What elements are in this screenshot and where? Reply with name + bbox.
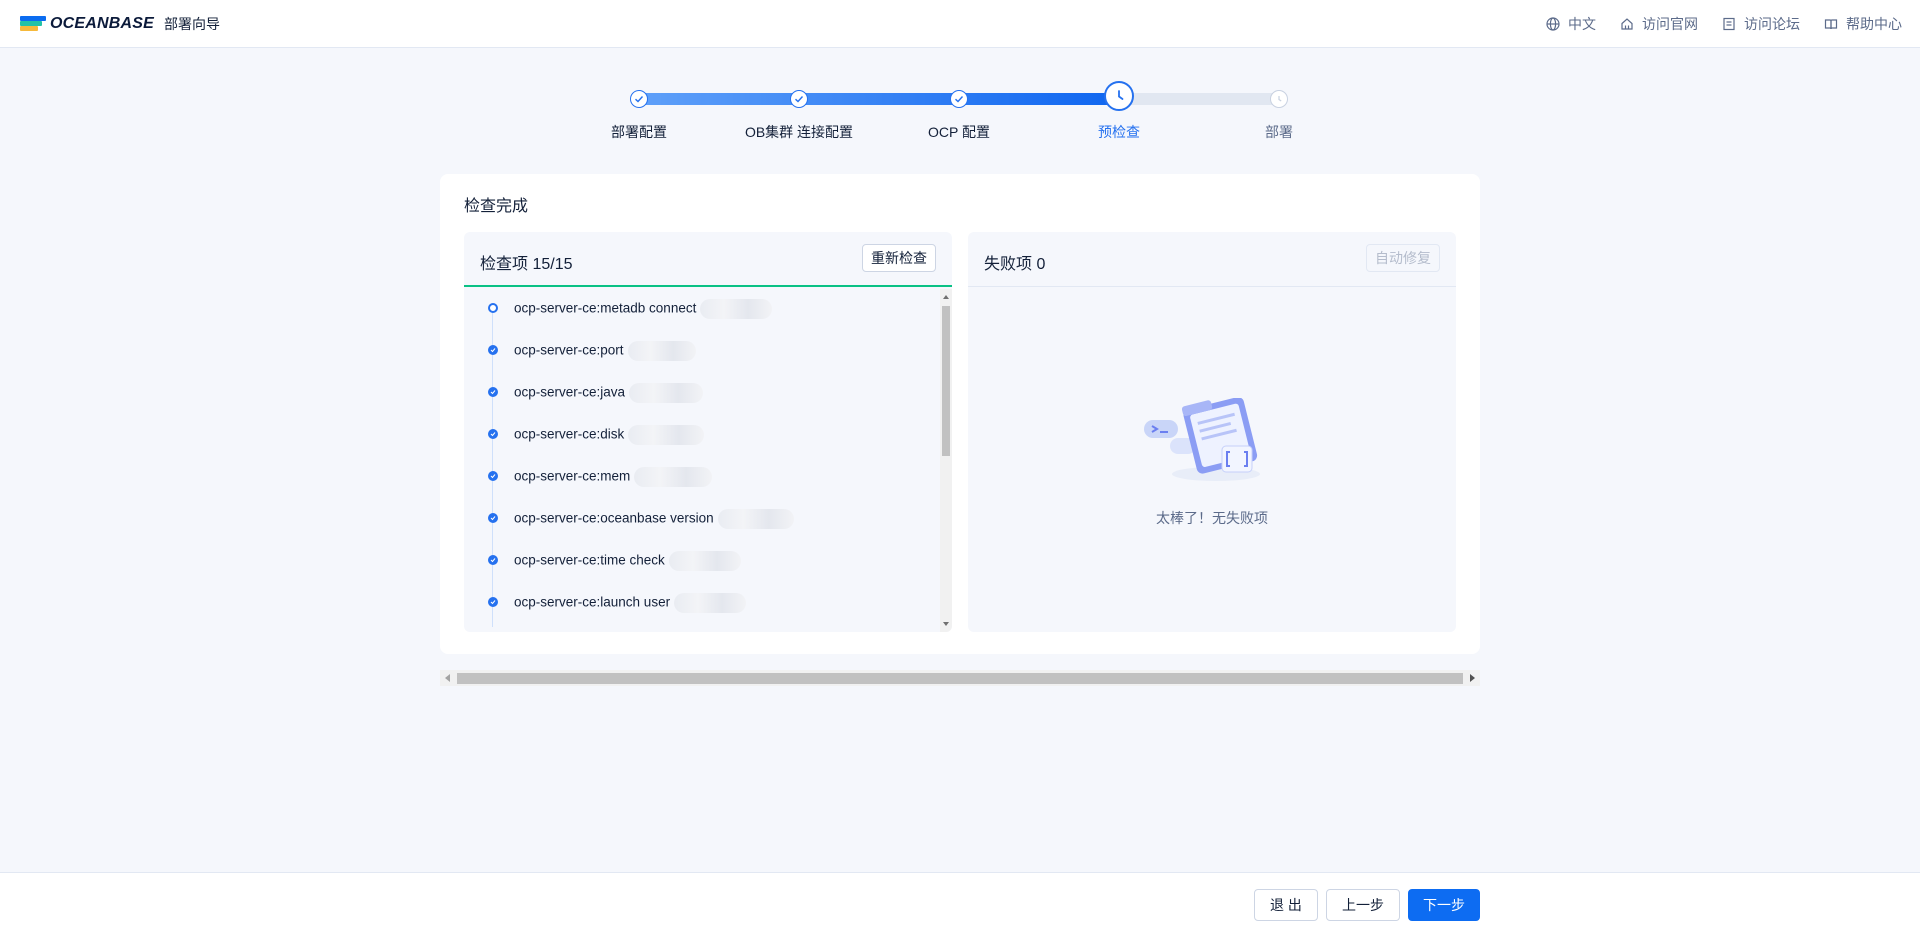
scroll-down-arrow-icon[interactable] <box>943 622 949 626</box>
top-header: OCEANBASE 部署向导 中文 访问官网 访问论坛 帮助中心 <box>0 0 1920 48</box>
blurred-status <box>717 509 794 529</box>
steps-progress: 部署配置 OB集群 连接配置 OCP 配置 预检查 部署 <box>610 80 1310 150</box>
list-item: ocp-server-ce:time check <box>464 548 940 572</box>
app-subtitle: 部署向导 <box>164 16 221 32</box>
step-4-label: 预检查 <box>1098 124 1140 140</box>
empty-illustration-icon <box>1144 398 1260 481</box>
list-item: ocp-server-ce:mem <box>464 464 940 488</box>
list-item: ocp-server-ce:oceanbase version <box>464 506 940 530</box>
next-step-button[interactable]: 下一步 <box>1408 889 1480 921</box>
logo-mark-icon <box>20 16 46 32</box>
list-item: ocp-server-ce:metadb connect <box>464 296 940 320</box>
blurred-status <box>668 551 741 571</box>
check-item-name: ocp-server-ce:launch user <box>514 594 671 610</box>
check-dot-icon <box>488 513 498 523</box>
failures-title: 失败项 0 <box>984 256 1046 273</box>
step-5-node <box>1270 90 1288 108</box>
check-icon <box>635 96 644 103</box>
step-2-node <box>790 90 808 108</box>
blurred-status <box>629 383 704 403</box>
check-item-name: ocp-server-ce:port <box>514 342 624 358</box>
globe-icon <box>1546 17 1560 31</box>
clock-icon <box>1278 96 1282 102</box>
blurred-status <box>700 299 773 319</box>
recheck-button[interactable]: 重新检查 <box>862 244 936 272</box>
check-dot-icon <box>488 387 498 397</box>
nav-help-center[interactable]: 帮助中心 <box>1824 14 1902 34</box>
step-3-label: OCP 配置 <box>928 124 990 140</box>
nav-official-site-label: 访问官网 <box>1642 16 1698 32</box>
blurred-status <box>628 425 705 445</box>
check-item-name: ocp-server-ce:java <box>514 384 626 400</box>
failures-panel: 失败项 0 自动修复 太棒了！无失败项 <box>968 232 1456 632</box>
exit-button[interactable]: 退 出 <box>1254 889 1318 921</box>
check-item-name: ocp-server-ce:metadb connect <box>514 300 697 316</box>
check-icon <box>955 96 964 103</box>
nav-official-site[interactable]: 访问官网 <box>1620 14 1698 34</box>
oceanbase-logo: OCEANBASE 部署向导 <box>20 14 220 34</box>
footer-bar: 退 出 上一步 下一步 <box>0 872 1920 937</box>
horizontal-scrollbar[interactable] <box>440 670 1480 686</box>
empty-state-text: 太棒了！无失败项 <box>1156 510 1268 526</box>
clock-icon <box>1118 90 1124 100</box>
nav-forum-label: 访问论坛 <box>1744 16 1800 32</box>
blurred-status <box>674 593 747 613</box>
step-connector <box>639 93 1119 105</box>
step-1-label: 部署配置 <box>611 124 667 140</box>
failures-header: 失败项 0 自动修复 <box>968 232 1456 287</box>
loading-dot-icon <box>488 303 498 313</box>
forum-icon <box>1723 17 1735 31</box>
step-5-label: 部署 <box>1265 124 1293 140</box>
home-icon <box>1621 18 1633 30</box>
check-dot-icon <box>488 555 498 565</box>
check-dot-icon <box>488 345 498 355</box>
precheck-card: 检查完成 检查项 15/15 重新检查 ocp-server-ce:metadb… <box>440 174 1480 654</box>
previous-step-button[interactable]: 上一步 <box>1326 889 1400 921</box>
check-items-panel: 检查项 15/15 重新检查 ocp-server-ce:metadb conn… <box>464 232 952 632</box>
check-dot-icon <box>488 429 498 439</box>
scroll-thumb[interactable] <box>942 306 950 456</box>
nav-language-label: 中文 <box>1568 16 1596 32</box>
check-items-title: 检查项 15/15 <box>480 256 573 273</box>
scroll-left-arrow-icon[interactable] <box>445 674 450 682</box>
card-title: 检查完成 <box>464 198 529 215</box>
blurred-status <box>627 341 696 361</box>
list-item: ocp-server-ce:port <box>464 338 940 362</box>
check-icon <box>795 96 804 103</box>
step-3-node <box>950 90 968 108</box>
list-item: ocp-server-ce:disk <box>464 422 940 446</box>
logo-text: OCEANBASE <box>50 15 155 32</box>
scroll-right-arrow-icon[interactable] <box>1470 674 1475 682</box>
auto-fix-button[interactable]: 自动修复 <box>1366 244 1440 272</box>
nav-help-center-label: 帮助中心 <box>1846 16 1902 32</box>
step-1-node <box>630 90 648 108</box>
check-item-name: ocp-server-ce:disk <box>514 426 625 442</box>
nav-language[interactable]: 中文 <box>1546 14 1596 34</box>
horizontal-scroll-thumb[interactable] <box>457 673 1463 684</box>
scroll-up-arrow-icon[interactable] <box>943 295 949 299</box>
step-connector <box>1119 93 1279 105</box>
blurred-status <box>634 467 713 487</box>
nav-forum[interactable]: 访问论坛 <box>1722 14 1800 34</box>
check-dot-icon <box>488 597 498 607</box>
list-item: ocp-server-ce:java <box>464 380 940 404</box>
check-item-name: ocp-server-ce:oceanbase version <box>514 510 714 526</box>
list-item: ocp-server-ce:launch user <box>464 590 940 614</box>
check-items-header: 检查项 15/15 重新检查 <box>464 232 952 287</box>
check-item-name: ocp-server-ce:time check <box>514 552 665 568</box>
check-items-list: ocp-server-ce:metadb connect ocp-server-… <box>464 289 940 632</box>
check-item-name: ocp-server-ce:mem <box>514 468 631 484</box>
check-dot-icon <box>488 471 498 481</box>
step-4-node <box>1104 81 1134 111</box>
step-2-label: OB集群 连接配置 <box>744 124 854 140</box>
header-nav: 中文 访问官网 访问论坛 帮助中心 <box>1522 0 1902 48</box>
book-icon <box>1824 19 1838 30</box>
check-list-scrollbar[interactable] <box>940 289 952 632</box>
